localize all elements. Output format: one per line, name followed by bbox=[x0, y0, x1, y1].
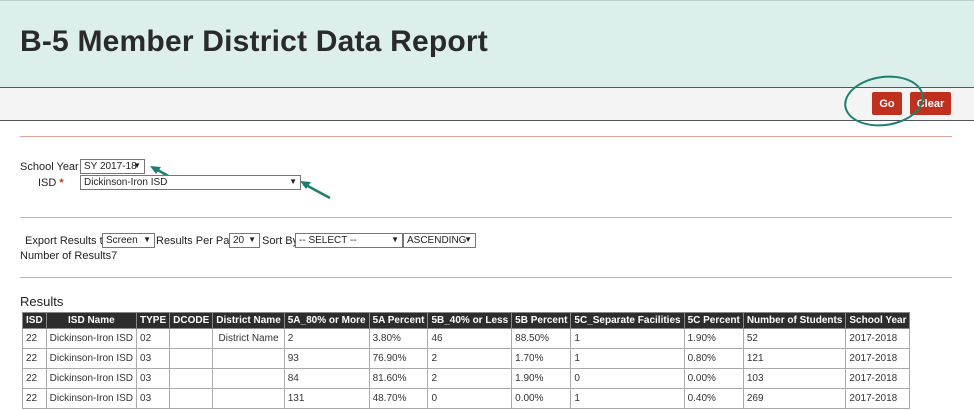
chevron-down-icon: ▼ bbox=[143, 235, 151, 244]
table-cell: 0 bbox=[570, 368, 685, 389]
table-cell: 1 bbox=[570, 348, 685, 369]
table-cell: 22 bbox=[22, 368, 47, 389]
table-cell: 0 bbox=[427, 388, 513, 409]
table-cell bbox=[212, 388, 285, 409]
table-cell: 269 bbox=[742, 388, 847, 409]
table-cell: 103 bbox=[742, 368, 847, 389]
table-cell: 22 bbox=[22, 328, 47, 349]
table-cell: 121 bbox=[742, 348, 847, 369]
export-select[interactable]: Screen ▼ bbox=[102, 233, 155, 248]
table-row: 22 Dickinson-Iron ISD 02 District Name 2 3.80… bbox=[22, 328, 911, 349]
column-header: TYPE bbox=[136, 312, 171, 329]
table-cell: 0.40% bbox=[683, 388, 744, 409]
column-header: 5B_40% or Less bbox=[427, 312, 513, 329]
table-cell bbox=[169, 348, 214, 369]
divider bbox=[20, 136, 952, 137]
column-header: School Year bbox=[845, 312, 911, 329]
table-cell: 03 bbox=[136, 368, 171, 389]
chevron-down-icon: ▼ bbox=[133, 161, 141, 170]
chevron-down-icon: ▼ bbox=[464, 235, 472, 244]
table-cell: 0.00% bbox=[683, 368, 744, 389]
table-cell: 93 bbox=[283, 348, 370, 369]
table-cell: 02 bbox=[136, 328, 171, 349]
table-cell: 22 bbox=[22, 388, 47, 409]
table-cell: 84 bbox=[283, 368, 370, 389]
column-header: District Name bbox=[212, 312, 285, 329]
table-cell: District Name bbox=[212, 328, 285, 349]
chevron-down-icon: ▼ bbox=[248, 235, 256, 244]
table-cell bbox=[212, 348, 285, 369]
per-page-select[interactable]: 20 ▼ bbox=[229, 233, 260, 248]
table-cell bbox=[169, 388, 214, 409]
chevron-down-icon: ▼ bbox=[289, 177, 297, 186]
isd-select[interactable]: Dickinson-Iron ISD ▼ bbox=[80, 175, 301, 190]
table-cell: Dickinson-Iron ISD bbox=[45, 388, 138, 409]
table-cell: 0.00% bbox=[511, 388, 572, 409]
column-header: 5C Percent bbox=[683, 312, 744, 329]
table-cell: 88.50% bbox=[511, 328, 572, 349]
table-cell: Dickinson-Iron ISD bbox=[45, 368, 138, 389]
table-cell bbox=[169, 328, 214, 349]
table-row: 22 Dickinson-Iron ISD 03 131 48.70% 0 0.00% 1 0.… bbox=[22, 388, 911, 409]
column-header: 5A_80% or More bbox=[283, 312, 370, 329]
sort-by-select[interactable]: -- SELECT -- ▼ bbox=[295, 233, 403, 248]
sort-order-select[interactable]: ASCENDING ▼ bbox=[403, 233, 476, 248]
column-header: 5A Percent bbox=[368, 312, 429, 329]
table-cell: 2017-2018 bbox=[845, 328, 911, 349]
table-cell: 1 bbox=[570, 328, 685, 349]
column-header: 5B Percent bbox=[511, 312, 572, 329]
table-header-row: ISD ISD Name TYPE DCODE District Name 5A_80% … bbox=[22, 312, 911, 329]
divider bbox=[20, 277, 952, 278]
table-cell: 03 bbox=[136, 388, 171, 409]
table-cell: 3.80% bbox=[368, 328, 429, 349]
table-cell: 46 bbox=[427, 328, 513, 349]
table-cell: 131 bbox=[283, 388, 370, 409]
table-cell: 0.80% bbox=[683, 348, 744, 369]
table-cell bbox=[169, 368, 214, 389]
page-title: B-5 Member District Data Report bbox=[20, 25, 488, 58]
column-header: ISD Name bbox=[45, 312, 138, 329]
table-cell: 48.70% bbox=[368, 388, 429, 409]
table-cell: 2 bbox=[427, 348, 513, 369]
table-cell: 2 bbox=[427, 368, 513, 389]
table-cell: 2017-2018 bbox=[845, 368, 911, 389]
annotation-arrow-icon bbox=[300, 181, 331, 200]
export-label: Export Results to bbox=[25, 235, 109, 247]
divider bbox=[20, 217, 952, 218]
chevron-down-icon: ▼ bbox=[391, 235, 399, 244]
results-table: ISD ISD Name TYPE DCODE District Name 5A_80% … bbox=[22, 312, 911, 409]
table-cell: 81.60% bbox=[368, 368, 429, 389]
table-cell: 1 bbox=[570, 388, 685, 409]
page-header: B-5 Member District Data Report bbox=[0, 0, 974, 88]
table-cell: 1.90% bbox=[511, 368, 572, 389]
sort-by-label: Sort By bbox=[262, 235, 299, 247]
table-cell: 1.90% bbox=[683, 328, 744, 349]
table-cell bbox=[212, 368, 285, 389]
table-cell: 2017-2018 bbox=[845, 388, 911, 409]
table-cell: 22 bbox=[22, 348, 47, 369]
table-cell: 03 bbox=[136, 348, 171, 369]
table-cell: 1.70% bbox=[511, 348, 572, 369]
isd-label: ISD * bbox=[38, 177, 64, 189]
table-cell: Dickinson-Iron ISD bbox=[45, 328, 138, 349]
results-title: Results bbox=[20, 294, 64, 309]
column-header: DCODE bbox=[169, 312, 214, 329]
table-row: 22 Dickinson-Iron ISD 03 84 81.60% 2 1.90% 0 0.0… bbox=[22, 368, 911, 389]
school-year-label: School Year * bbox=[20, 161, 86, 173]
table-cell: 2017-2018 bbox=[845, 348, 911, 369]
table-cell: 52 bbox=[742, 328, 847, 349]
column-header: 5C_Separate Facilities bbox=[570, 312, 685, 329]
column-header: Number of Students bbox=[742, 312, 847, 329]
table-row: 22 Dickinson-Iron ISD 03 93 76.90% 2 1.70% 1 0.8… bbox=[22, 348, 911, 369]
result-count: Number of Results7 bbox=[20, 250, 118, 262]
school-year-select[interactable]: SY 2017-18 ▼ bbox=[80, 159, 145, 174]
action-bar: Go Clear bbox=[0, 88, 974, 121]
column-header: ISD bbox=[22, 312, 47, 329]
table-cell: Dickinson-Iron ISD bbox=[45, 348, 138, 369]
table-cell: 2 bbox=[283, 328, 370, 349]
table-cell: 76.90% bbox=[368, 348, 429, 369]
